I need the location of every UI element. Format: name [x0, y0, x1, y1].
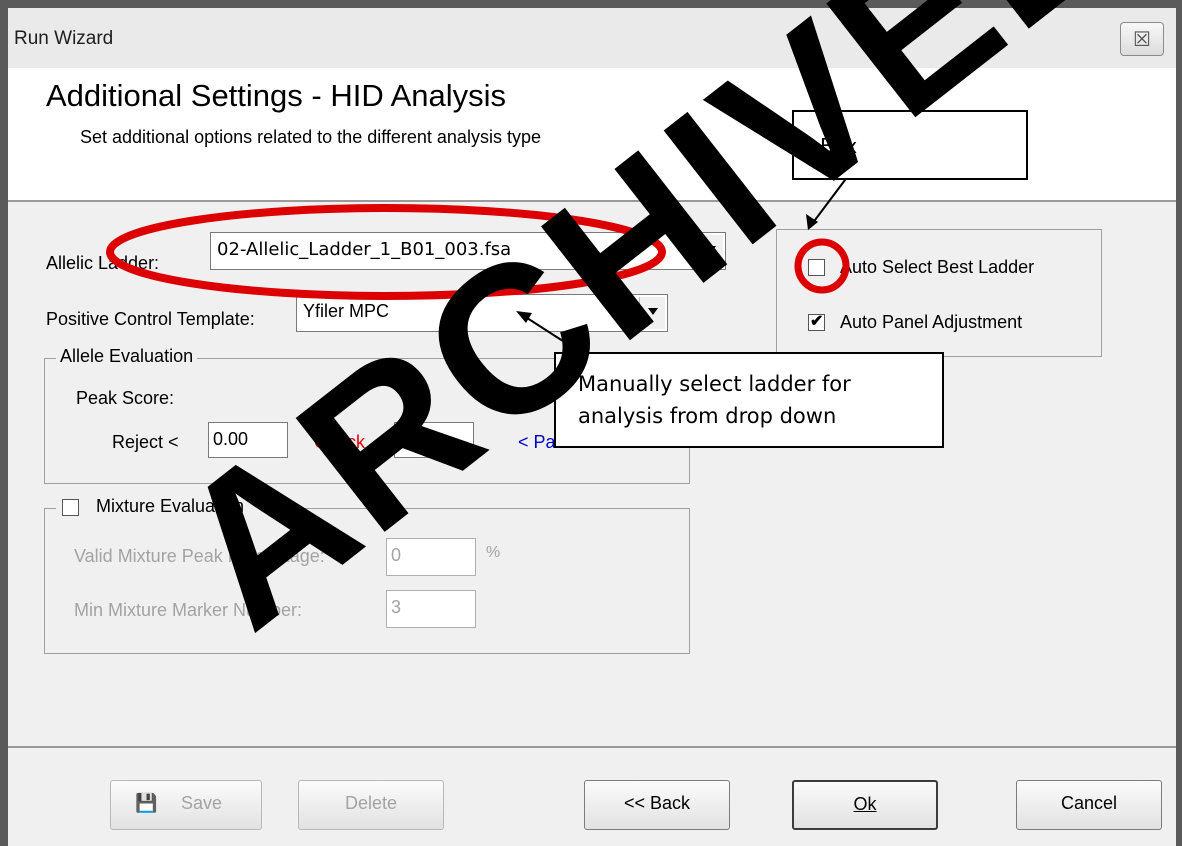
dropdown-arrow-line: [523, 315, 581, 353]
dropdown-callout-text: Manually select ladder for analysis from…: [578, 372, 851, 428]
checkbox-highlight-circle: [794, 238, 850, 294]
dropdown-arrow-head: [516, 311, 532, 323]
run-wizard-window: Run Wizard ☒ Additional Settings - HID A…: [0, 0, 1182, 846]
ladder-highlight-ellipse: [106, 204, 666, 300]
box-callout: Box: [792, 110, 1028, 180]
box-arrow-head: [806, 214, 818, 230]
box-callout-text: Box: [820, 134, 858, 158]
box-arrow-line: [811, 175, 849, 225]
dropdown-callout: Manually select ladder for analysis from…: [554, 352, 944, 448]
